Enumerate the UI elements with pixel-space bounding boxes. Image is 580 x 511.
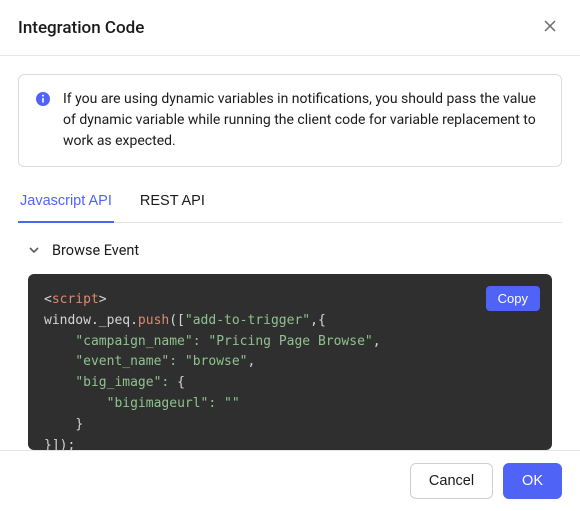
dialog-body: If you are using dynamic variables in no… [0, 56, 580, 450]
close-icon [542, 18, 558, 37]
info-banner: If you are using dynamic variables in no… [18, 74, 562, 167]
dialog-header: Integration Code [0, 0, 580, 56]
accordion-header-browse-event[interactable]: Browse Event [18, 223, 562, 274]
chevron-down-icon [28, 241, 40, 260]
code-block: Copy <script> window._peq.push(["add-to-… [28, 274, 552, 450]
code-content: <script> window._peq.push(["add-to-trigg… [44, 290, 536, 450]
cancel-button[interactable]: Cancel [410, 463, 493, 499]
accordion-title: Browse Event [52, 242, 139, 259]
dialog-title: Integration Code [18, 18, 144, 38]
copy-button[interactable]: Copy [486, 286, 540, 311]
info-text: If you are using dynamic variables in no… [63, 89, 545, 152]
close-button[interactable] [538, 14, 562, 41]
ok-button[interactable]: OK [503, 463, 562, 499]
dialog-footer: Cancel OK [0, 450, 580, 511]
info-icon [35, 91, 51, 107]
tabs: Javascript API REST API [18, 183, 562, 223]
tab-javascript-api[interactable]: Javascript API [18, 183, 114, 223]
tab-rest-api[interactable]: REST API [138, 183, 207, 223]
